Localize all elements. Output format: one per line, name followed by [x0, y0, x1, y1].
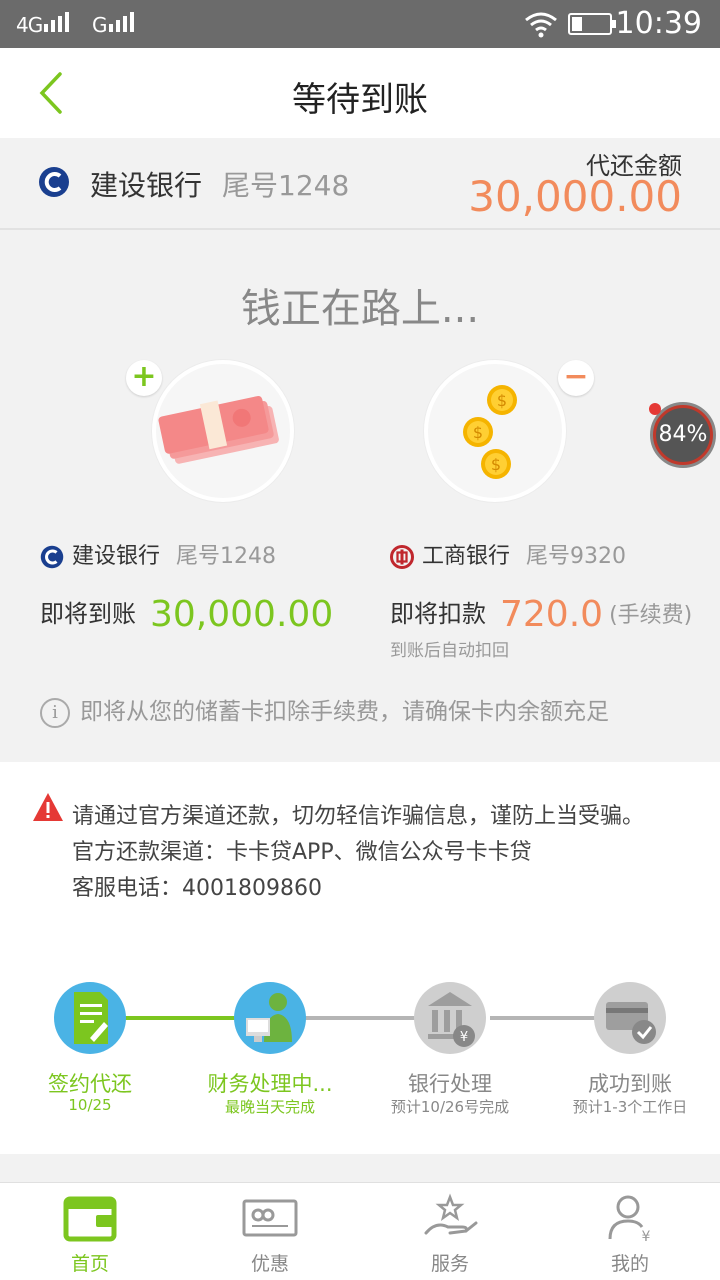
outgoing-bank-name: 工商银行 [422, 544, 511, 569]
outgoing-card-tail: 尾号9320 [526, 544, 627, 569]
transfer-flow: 钱正在路上... + $ $ $ − 84% 建设银行 尾号1248 工商银行 … [0, 232, 720, 762]
step-3-sub: 预计10/26号完成 [390, 1098, 510, 1116]
bank-name: 建设银行 [90, 169, 203, 202]
warning-line-1: 请通过官方渠道还款，切勿轻信诈骗信息，谨防上当受骗。 [72, 804, 645, 829]
step-1-label: 签约代还 [48, 1072, 132, 1096]
outgoing-amount: 720.0 [500, 594, 604, 635]
incoming-bank: 建设银行 尾号1248 [40, 538, 276, 570]
tab-home-label: 首页 [70, 1253, 109, 1275]
outgoing-amount-row: 即将扣款 720.0 (手续费) [390, 594, 692, 635]
bank-header: 建设银行 尾号1248 代还金额 30,000.00 [0, 138, 720, 230]
card-tail: 尾号1248 [222, 169, 350, 202]
tab-offers[interactable]: 优惠 [180, 1183, 360, 1280]
bottom-tab-bar: 首页 优惠 服务 ¥ 我的 [0, 1182, 720, 1280]
step-4-sub: 预计1-3个工作日 [572, 1098, 688, 1116]
tab-services[interactable]: 服务 [360, 1183, 540, 1280]
ccb-logo-icon [39, 167, 69, 197]
notification-dot [649, 403, 661, 415]
battery-icon [568, 13, 616, 35]
service-hand-icon [424, 1193, 478, 1235]
icbc-logo-icon [390, 545, 414, 569]
fee-info-text: 即将从您的储蓄卡扣除手续费，请确保卡内余额充足 [80, 699, 609, 725]
flow-headline: 钱正在路上... [240, 286, 480, 332]
cash-bundle-icon [158, 395, 279, 464]
tab-mine-label: 我的 [610, 1253, 649, 1275]
finance-processing-icon [234, 982, 306, 1054]
step-2-label: 财务处理中... [207, 1072, 333, 1096]
svg-text:$: $ [473, 423, 483, 442]
wifi-icon [525, 12, 557, 38]
fee-note: (手续费) [609, 603, 693, 628]
svg-text:¥: ¥ [642, 1229, 651, 1243]
sign-contract-icon [54, 982, 126, 1054]
step-4-label: 成功到账 [588, 1072, 672, 1096]
signal-4g-icon: 4G [16, 12, 88, 37]
money-bundle-circle [152, 360, 294, 502]
coins-circle: $ $ $ [424, 360, 566, 502]
bank-building-icon: ¥ [414, 982, 486, 1054]
incoming-amount: 30,000.00 [150, 594, 334, 635]
ccb-logo-icon [40, 545, 64, 569]
incoming-amount-row: 即将到账 30,000.00 [40, 594, 333, 635]
minus-badge-icon: − [558, 360, 594, 396]
card-arrived-icon [594, 982, 666, 1054]
step-3-label: 银行处理 [408, 1072, 492, 1096]
progress-badge[interactable]: 84% [649, 402, 716, 468]
info-icon: i [40, 697, 70, 728]
step-2-sub: 最晚当天完成 [224, 1098, 315, 1116]
status-bar: 4G G 10:39 [0, 0, 720, 48]
outgoing-bank: 工商银行 尾号9320 [390, 538, 626, 570]
tab-mine[interactable]: ¥ 我的 [540, 1183, 720, 1280]
incoming-label: 即将到账 [40, 600, 136, 628]
incoming-bank-name: 建设银行 [72, 544, 161, 569]
warning-icon [33, 793, 63, 821]
amount-value: 30,000.00 [468, 172, 682, 221]
progress-percent: 84% [656, 408, 710, 462]
fee-info: i 即将从您的储蓄卡扣除手续费，请确保卡内余额充足 [40, 692, 609, 728]
svg-text:$: $ [491, 455, 501, 474]
wallet-icon [63, 1196, 117, 1242]
coupon-icon [242, 1199, 298, 1237]
tab-offers-label: 优惠 [250, 1253, 289, 1275]
incoming-card-tail: 尾号1248 [176, 544, 277, 569]
outgoing-label: 即将扣款 [390, 600, 486, 628]
coins-icon: $ $ $ [463, 385, 517, 479]
tab-services-label: 服务 [430, 1253, 469, 1275]
tab-home[interactable]: 首页 [0, 1183, 180, 1280]
auto-deduct-note: 到账后自动扣回 [390, 641, 509, 661]
user-icon: ¥ [608, 1195, 651, 1243]
svg-text:$: $ [497, 391, 507, 410]
signal-g-icon: G [92, 12, 153, 37]
status-time: 10:39 [615, 6, 702, 41]
nav-bar: 等待到账 [0, 48, 720, 138]
plus-badge-icon: + [126, 360, 162, 396]
hotline[interactable]: 客服电话：4001809860 [72, 870, 322, 902]
page-title: 等待到账 [292, 80, 428, 120]
svg-text:¥: ¥ [460, 1030, 468, 1045]
step-1-sub: 10/25 [68, 1096, 112, 1114]
warning-line-2: 官方还款渠道：卡卡贷APP、微信公众号卡卡贷 [72, 840, 532, 865]
